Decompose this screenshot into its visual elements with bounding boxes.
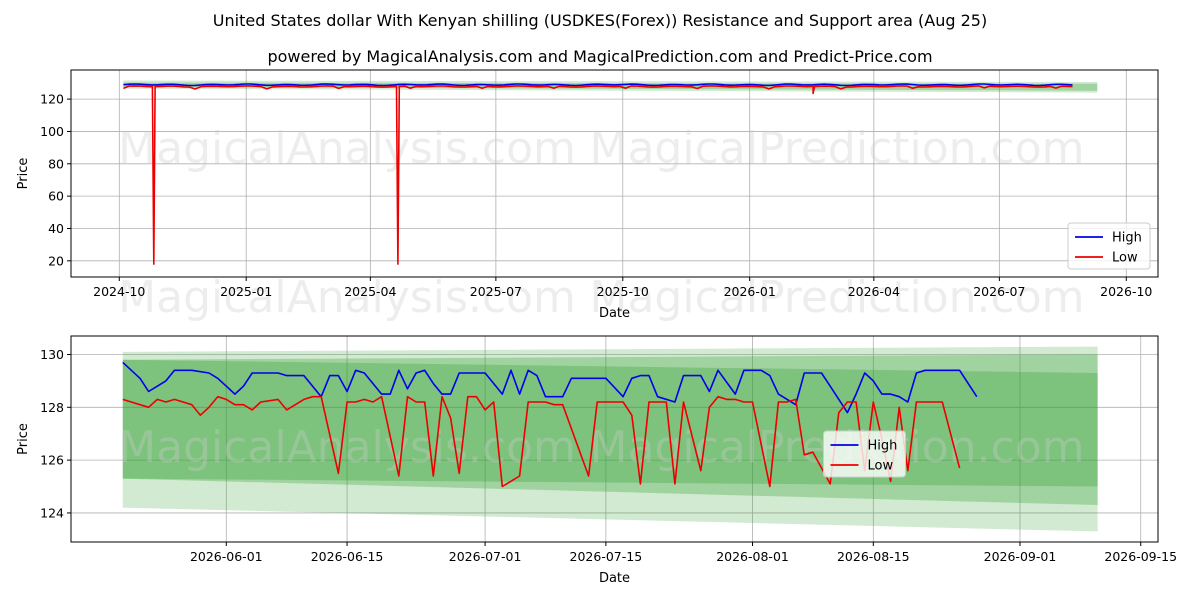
chart-title: United States dollar With Kenyan shillin… [213, 11, 987, 30]
x-tick-label: 2025-07 [470, 284, 522, 299]
x-tick-label: 2026-07 [973, 284, 1025, 299]
chart-subtitle: powered by MagicalAnalysis.com and Magic… [267, 47, 932, 66]
x-tick-label: 2025-10 [597, 284, 649, 299]
legend-label-high: High [1112, 231, 1142, 246]
y-tick-label: 60 [48, 189, 64, 204]
x-tick-label: 2026-07-15 [570, 549, 643, 564]
y-tick-label: 124 [40, 505, 64, 520]
x-tick-label: 2026-10 [1100, 284, 1152, 299]
y-axis-label: Price [16, 423, 31, 455]
legend-label-high: High [868, 439, 898, 454]
x-tick-label: 2025-04 [344, 284, 396, 299]
y-tick-label: 80 [48, 156, 64, 171]
x-tick-label: 2026-09-01 [984, 549, 1057, 564]
y-tick-label: 40 [48, 221, 64, 236]
x-tick-label: 2024-10 [93, 284, 145, 299]
y-tick-label: 100 [40, 124, 64, 139]
chart-panel-2: MagicalAnalysis.comMagicalPrediction.com… [16, 335, 1177, 586]
x-tick-label: 2026-06-15 [311, 549, 384, 564]
x-tick-label: 2026-06-01 [190, 549, 263, 564]
watermark-analysis: MagicalAnalysis.com [118, 422, 576, 473]
legend-label-low: Low [1112, 251, 1138, 266]
x-tick-label: 2026-04 [848, 284, 900, 299]
x-tick-label: 2026-07-01 [449, 549, 522, 564]
x-axis-label: Date [599, 571, 630, 586]
watermark-prediction: MagicalPrediction.com [590, 123, 1085, 174]
chart-canvas: United States dollar With Kenyan shillin… [16, 11, 1177, 586]
chart-panel-1: MagicalAnalysis.com MagicalPrediction.com… [16, 69, 1159, 323]
chart-figure: United States dollar With Kenyan shillin… [0, 0, 1200, 600]
x-tick-label: 2026-08-15 [837, 549, 910, 564]
y-tick-label: 126 [40, 453, 64, 468]
legend: High Low [823, 430, 906, 478]
y-tick-label: 130 [40, 347, 64, 362]
y-tick-label: 128 [40, 400, 64, 415]
x-tick-label: 2026-08-01 [716, 549, 789, 564]
x-tick-label: 2026-01 [724, 284, 776, 299]
x-axis-label: Date [599, 306, 630, 321]
y-tick-label: 120 [40, 92, 64, 107]
y-axis-label: Price [16, 158, 31, 190]
y-tick-label: 20 [48, 253, 64, 268]
legend: High Low [1067, 222, 1151, 270]
watermark-analysis: MagicalAnalysis.com [118, 123, 576, 174]
x-tick-label: 2025-01 [220, 284, 272, 299]
x-tick-label: 2026-09-15 [1104, 549, 1177, 564]
legend-label-low: Low [868, 459, 894, 474]
